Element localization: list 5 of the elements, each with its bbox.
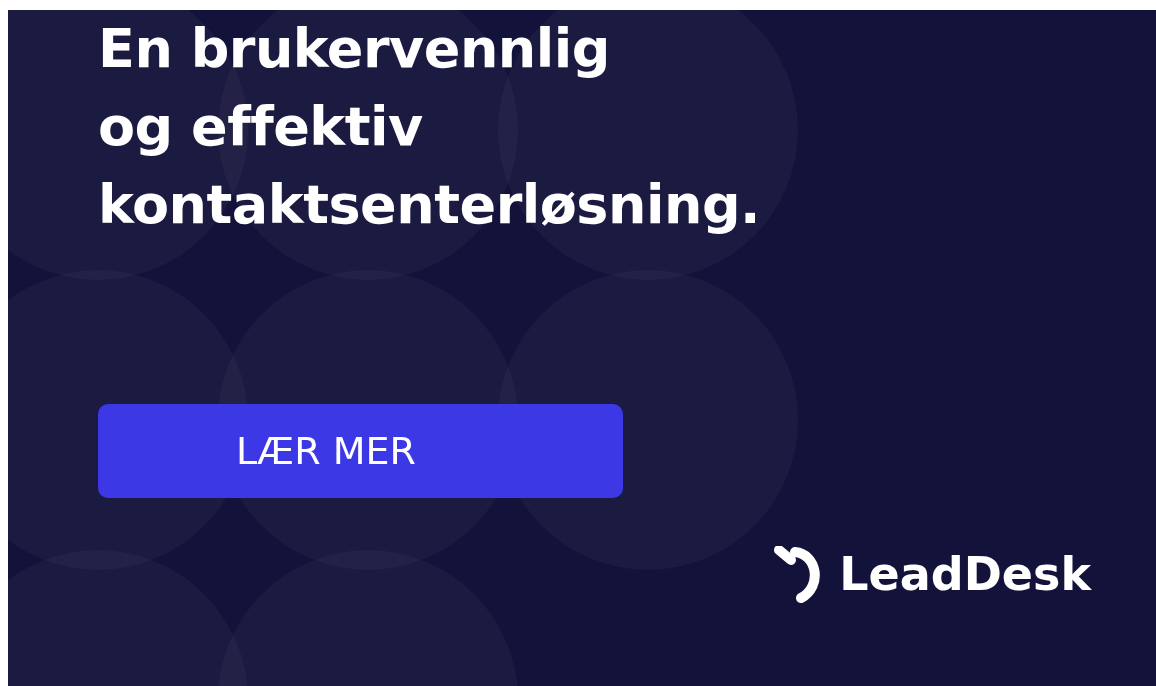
headline-line: En brukervennlig	[98, 16, 611, 82]
headline-line: og effektiv	[98, 94, 424, 160]
brand-name: LeadDesk	[839, 546, 1091, 603]
headline-line: kontaktsenterløsning.	[98, 172, 762, 238]
learn-more-button[interactable]: LÆR MER	[98, 404, 623, 498]
